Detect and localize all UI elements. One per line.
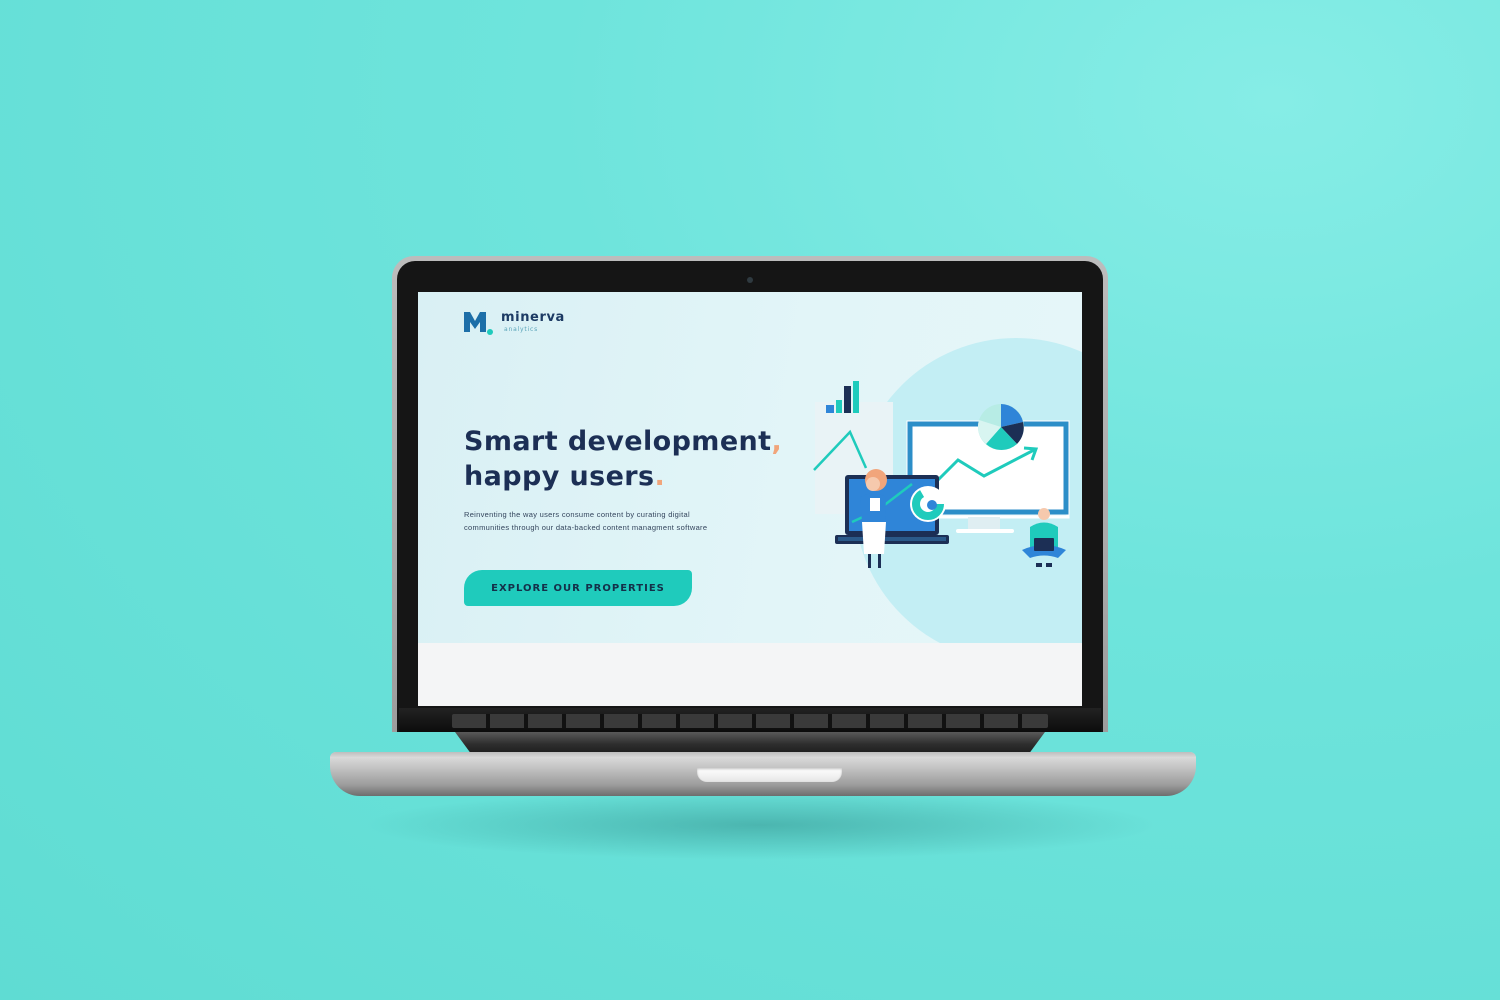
sitting-person-head — [1038, 508, 1050, 520]
tablet — [870, 498, 880, 511]
brand-tagline: analytics — [504, 326, 539, 333]
headline-period: . — [654, 461, 666, 492]
headline-line-2: happy users — [464, 461, 655, 492]
camera-icon — [747, 277, 753, 283]
analytics-illustration — [813, 381, 1070, 568]
laptop-base-edge — [330, 752, 1196, 758]
brand-name: minerva — [501, 310, 565, 325]
explore-properties-button[interactable]: EXPLORE OUR PROPERTIES — [464, 570, 692, 606]
hero-headline: Smart development, happy users. — [464, 424, 804, 494]
monitor-base — [956, 529, 1014, 533]
headline-line-1: Smart development — [464, 426, 772, 457]
hero-description: Reinventing the way users consume conten… — [464, 510, 708, 532]
bar-tall — [853, 381, 859, 413]
monitor-stand — [968, 517, 1000, 529]
small-laptop — [1034, 538, 1054, 551]
page-footer-band — [418, 643, 1082, 706]
minerva-logo-icon — [464, 312, 493, 335]
person-skirt — [862, 522, 886, 554]
headline-comma: , — [771, 426, 783, 457]
lid-open-notch — [697, 768, 842, 782]
brand-logo[interactable]: minerva analytics — [464, 310, 574, 336]
person-face — [866, 477, 880, 491]
website-screen: minerva analytics Smart development, hap… — [418, 292, 1082, 706]
laptop-shadow — [360, 790, 1160, 860]
keyboard-keys — [452, 714, 1048, 728]
bar-small — [826, 405, 834, 413]
bar-mid — [836, 400, 842, 413]
bar-dark — [844, 386, 851, 413]
